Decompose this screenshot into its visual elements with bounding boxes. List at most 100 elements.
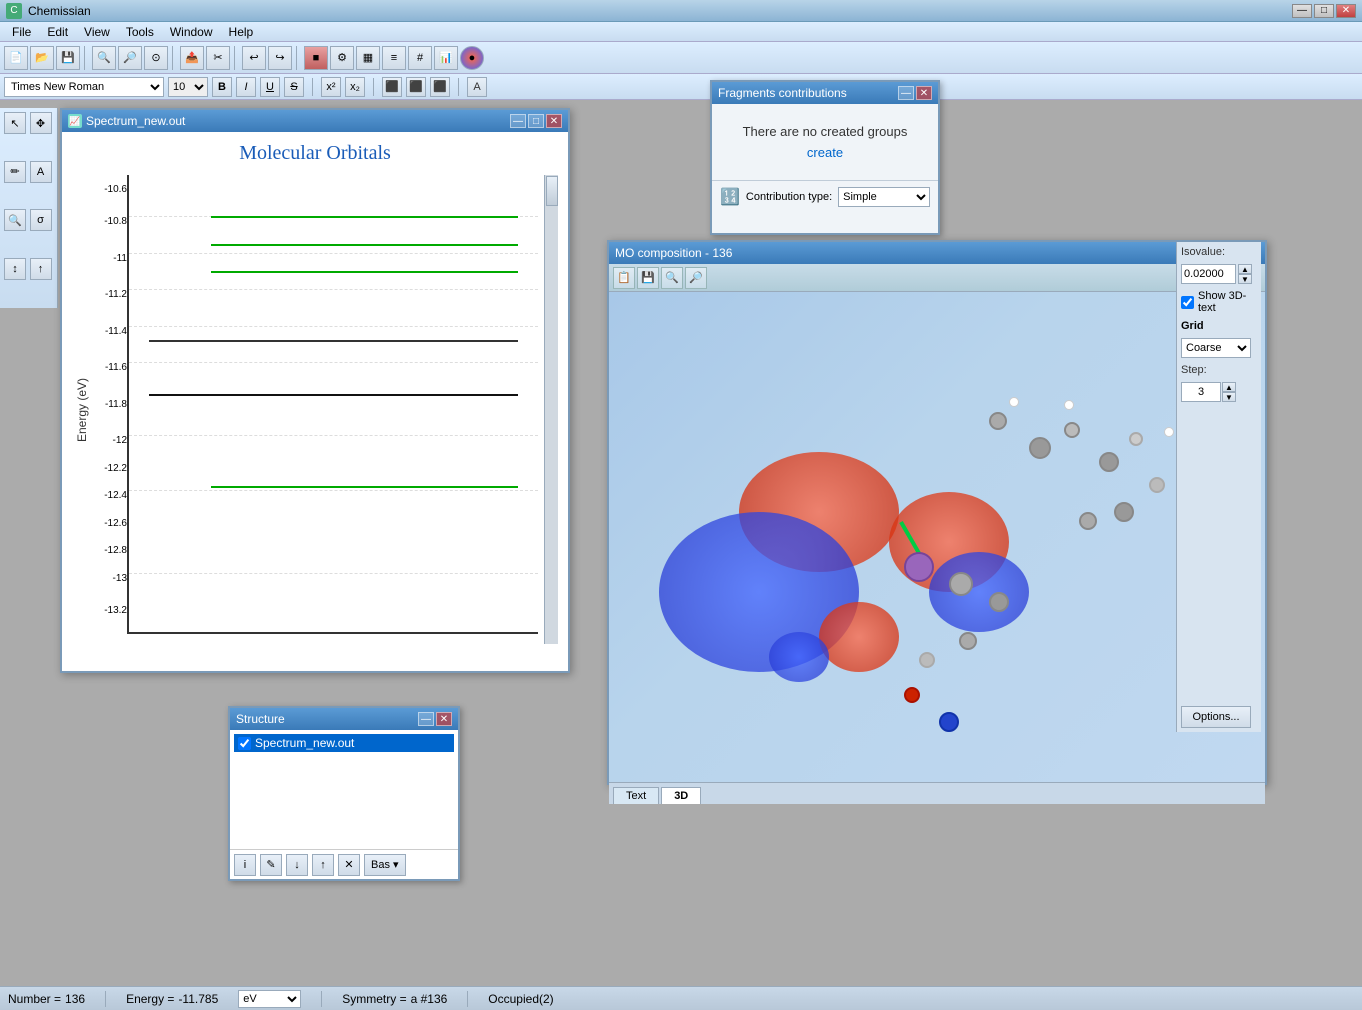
- structure-item[interactable]: Spectrum_new.out: [234, 734, 454, 752]
- style-btn[interactable]: ⚙: [330, 46, 354, 70]
- virtual-line-4[interactable]: [211, 486, 518, 488]
- grid-btn[interactable]: ▦: [356, 46, 380, 70]
- mo-save-btn[interactable]: 💾: [637, 267, 659, 289]
- save-btn[interactable]: 💾: [56, 46, 80, 70]
- move-tool[interactable]: ✥: [30, 112, 52, 134]
- isovalue-down-btn[interactable]: ▼: [1238, 274, 1252, 284]
- isovalue-input[interactable]: [1181, 264, 1236, 284]
- color-btn[interactable]: ■: [304, 46, 328, 70]
- mo-zoomout-btn[interactable]: 🔎: [685, 267, 707, 289]
- isovalue-up-btn[interactable]: ▲: [1238, 264, 1252, 274]
- step-down-btn[interactable]: ▼: [1222, 392, 1236, 402]
- zoom-in-btn[interactable]: 🔍: [92, 46, 116, 70]
- redo-btn[interactable]: ↪: [268, 46, 292, 70]
- vertical-tool1[interactable]: ↕: [4, 258, 26, 280]
- italic-btn[interactable]: I: [236, 77, 256, 97]
- draw-tool[interactable]: ✏: [4, 161, 26, 183]
- font-color-btn[interactable]: A: [467, 77, 487, 97]
- virtual-line-2[interactable]: [211, 244, 518, 246]
- n-atom: [939, 712, 959, 732]
- close-btn[interactable]: ✕: [1336, 4, 1356, 18]
- align-btn[interactable]: ≡: [382, 46, 406, 70]
- cut-btn[interactable]: ✂: [206, 46, 230, 70]
- fragments-min-btn[interactable]: —: [898, 86, 914, 100]
- font-size-select[interactable]: 10: [168, 77, 208, 97]
- subscript-btn[interactable]: x₂: [345, 77, 365, 97]
- menu-view[interactable]: View: [76, 23, 118, 41]
- grid-select[interactable]: Coarse Medium Fine: [1181, 338, 1251, 358]
- undo-btn[interactable]: ↩: [242, 46, 266, 70]
- tab-text[interactable]: Text: [613, 787, 659, 804]
- sigma-tool[interactable]: σ: [30, 209, 52, 231]
- fragments-close-btn[interactable]: ✕: [916, 86, 932, 100]
- ytick--11.6: -11.6: [105, 362, 127, 373]
- struct-up-btn[interactable]: ↑: [312, 854, 334, 876]
- occupied-homo-line[interactable]: [149, 394, 517, 396]
- zoom-reset-btn[interactable]: ⊙: [144, 46, 168, 70]
- eV-unit-select[interactable]: eV Hartree kcal/mol: [238, 990, 301, 1008]
- menu-edit[interactable]: Edit: [39, 23, 76, 41]
- scroll-thumb[interactable]: [546, 176, 558, 206]
- tab-3d[interactable]: 3D: [661, 787, 701, 804]
- underline-btn[interactable]: U: [260, 77, 280, 97]
- chart-scrollbar[interactable]: [544, 175, 558, 644]
- select-tool[interactable]: ↖: [4, 112, 26, 134]
- chart-btn[interactable]: 📊: [434, 46, 458, 70]
- vertical-tool2[interactable]: ↑: [30, 258, 52, 280]
- menu-help[interactable]: Help: [221, 23, 262, 41]
- step-up-btn[interactable]: ▲: [1222, 382, 1236, 392]
- spectrum-max-btn[interactable]: □: [528, 114, 544, 128]
- show-3d-text-checkbox[interactable]: [1181, 296, 1194, 309]
- struct-delete-btn[interactable]: ✕: [338, 854, 360, 876]
- menu-bar: File Edit View Tools Window Help: [0, 22, 1362, 42]
- menu-window[interactable]: Window: [162, 23, 221, 41]
- text-tool[interactable]: A: [30, 161, 52, 183]
- number-btn[interactable]: #: [408, 46, 432, 70]
- structure-item-checkbox[interactable]: [238, 737, 251, 750]
- virtual-line-1[interactable]: [211, 216, 518, 218]
- contribution-row: 🔢 Contribution type: Simple NBO Mulliken: [712, 180, 938, 213]
- options-btn[interactable]: Options...: [1181, 706, 1251, 728]
- o-atom: [904, 687, 920, 703]
- align-left-btn[interactable]: ⬛: [382, 77, 402, 97]
- palette-btn[interactable]: ●: [460, 46, 484, 70]
- occupied-line-1[interactable]: [149, 340, 517, 342]
- font-name-select[interactable]: Times New Roman: [4, 77, 164, 97]
- atom-6: [1149, 477, 1165, 493]
- maximize-btn[interactable]: □: [1314, 4, 1334, 18]
- status-sep3: [467, 991, 468, 1007]
- create-link[interactable]: create: [807, 145, 843, 160]
- virtual-line-3[interactable]: [211, 271, 518, 273]
- struct-down-btn[interactable]: ↓: [286, 854, 308, 876]
- new-btn[interactable]: 📄: [4, 46, 28, 70]
- menu-file[interactable]: File: [4, 23, 39, 41]
- align-right-btn[interactable]: ⬛: [430, 77, 450, 97]
- ytick--12.6: -12.6: [104, 518, 127, 529]
- spectrum-close-btn[interactable]: ✕: [546, 114, 562, 128]
- no-groups-text: There are no created groups: [732, 124, 918, 139]
- open-btn[interactable]: 📂: [30, 46, 54, 70]
- spectrum-min-btn[interactable]: —: [510, 114, 526, 128]
- zoom-tool[interactable]: 🔍: [4, 209, 26, 231]
- ytick--12.8: -12.8: [104, 545, 127, 556]
- struct-edit-btn[interactable]: ✎: [260, 854, 282, 876]
- minimize-btn[interactable]: —: [1292, 4, 1312, 18]
- mo-copy-btn[interactable]: 📋: [613, 267, 635, 289]
- superscript-btn[interactable]: x²: [321, 77, 341, 97]
- bold-btn[interactable]: B: [212, 77, 232, 97]
- step-input[interactable]: [1181, 382, 1221, 402]
- struct-bas-btn[interactable]: Bas ▾: [364, 854, 406, 876]
- align-center-btn[interactable]: ⬛: [406, 77, 426, 97]
- fragments-window: Fragments contributions — ✕ There are no…: [710, 80, 940, 235]
- fragments-title: Fragments contributions: [718, 86, 847, 100]
- strikethrough-btn[interactable]: S: [284, 77, 304, 97]
- struct-info-btn[interactable]: i: [234, 854, 256, 876]
- menu-tools[interactable]: Tools: [118, 23, 162, 41]
- mo-zoomin-btn[interactable]: 🔍: [661, 267, 683, 289]
- export-btn[interactable]: 📤: [180, 46, 204, 70]
- zoom-out-btn[interactable]: 🔎: [118, 46, 142, 70]
- structure-close-btn[interactable]: ✕: [436, 712, 452, 726]
- contribution-type-select[interactable]: Simple NBO Mulliken: [838, 187, 930, 207]
- h-atom-2: [1064, 400, 1074, 410]
- structure-min-btn[interactable]: —: [418, 712, 434, 726]
